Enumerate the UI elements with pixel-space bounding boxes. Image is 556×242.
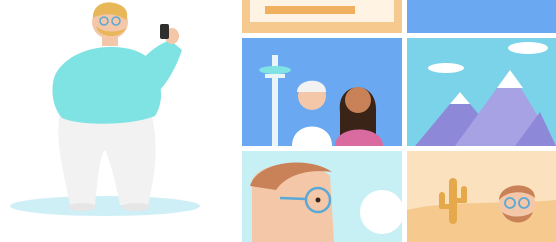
- photo-grid: [242, 0, 556, 242]
- photo-tile-mountains: [407, 38, 556, 146]
- photo-tile-desert: [407, 151, 556, 242]
- photo-tile-sky: [407, 0, 556, 33]
- photo-tile-portrait: [242, 151, 404, 242]
- photo-illustration: [0, 0, 556, 242]
- photo-tile-selfie: [242, 38, 402, 146]
- photo-tile-postcard: [242, 0, 402, 33]
